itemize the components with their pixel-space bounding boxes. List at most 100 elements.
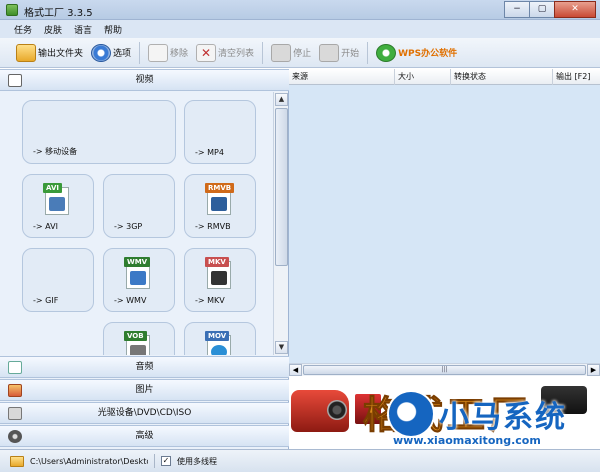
mkv-file-icon: MKV [205,257,233,291]
ad-banner[interactable]: 格式工厂 小马系统 www.xiaomaxitong.com [289,376,600,449]
toolbar-separator [367,41,369,64]
mov-file-icon: MOV [205,331,233,355]
column-source[interactable]: 来源 [289,69,395,85]
tile-label: -> AVI [33,222,58,231]
tile-gif[interactable]: -> GIF [22,248,94,312]
video-format-grid: -> 移动设备 -> MP4 AVI -> AVI -> 3GP RMVB ->… [0,92,273,355]
output-folder-icon[interactable] [10,455,24,467]
folder-icon [16,43,36,62]
remove-button[interactable]: 移除 [144,41,192,65]
output-folder-button[interactable]: 输出文件夹 [12,41,87,65]
watermark-url: www.xiaomaxitong.com [393,434,541,447]
title-bar: 格式工厂 3.3.5 − ▢ ✕ [0,0,600,20]
horse-logo-icon [389,392,433,436]
scroll-left-arrow-icon[interactable]: ◀ [289,364,302,376]
tile-avi[interactable]: AVI -> AVI [22,174,94,238]
menu-help[interactable]: 帮助 [104,23,122,36]
output-folder-label: 输出文件夹 [38,49,84,59]
multithread-label: 使用多线程 [177,456,217,466]
tile-label: -> MKV [195,296,225,305]
category-disc[interactable]: 光驱设备\DVD\CD\ISO [0,402,289,424]
remove-label: 移除 [170,49,189,59]
rmvb-file-icon: RMVB [205,183,235,217]
menu-bar: 任务 皮肤 语言 帮助 [0,20,600,38]
category-video-label: 视频 [135,75,154,85]
toolbar-separator [139,41,141,64]
music-note-icon [8,361,22,374]
gear-icon [91,43,112,62]
stop-label: 停止 [293,49,312,59]
column-output[interactable]: 输出 [F2] [553,69,600,85]
column-size[interactable]: 大小 [395,69,451,85]
camcorder-image [291,390,349,432]
stop-button[interactable]: 停止 [267,41,315,65]
video-icon [8,74,22,87]
disc-drive-icon [8,407,22,420]
scroll-thumb[interactable] [275,108,288,266]
tile-mkv[interactable]: MKV -> MKV [184,248,256,312]
scroll-up-arrow-icon[interactable]: ▲ [275,93,288,106]
tile-label: -> WMV [114,296,147,305]
tile-mobile-device[interactable]: -> 移动设备 [22,100,176,164]
multithread-checkbox[interactable]: ✓ [161,456,171,466]
maximize-button[interactable]: ▢ [529,1,555,18]
category-disc-label: 光驱设备\DVD\CD\ISO [97,408,192,418]
toolbar-separator [262,41,264,64]
close-button[interactable]: ✕ [554,1,596,18]
tile-3gp[interactable]: -> 3GP [103,174,175,238]
minimize-button[interactable]: − [504,1,530,18]
category-picture-label: 图片 [135,385,154,395]
advanced-gear-icon [8,430,22,443]
vob-file-icon: VOB [124,331,152,355]
options-button[interactable]: 选项 [87,41,135,65]
clear-list-button[interactable]: 清空列表 [192,41,258,65]
tile-label: -> RMVB [195,222,231,231]
horizontal-scrollbar[interactable]: ◀ ||| ▶ [289,363,600,376]
scroll-right-arrow-icon[interactable]: ▶ [587,364,600,376]
vertical-scrollbar[interactable]: ▲ ▼ [273,92,288,355]
wps-button[interactable]: WPS办公软件 [372,41,461,65]
menu-task[interactable]: 任务 [14,23,32,36]
scroll-down-arrow-icon[interactable]: ▼ [275,341,288,354]
tile-mp4[interactable]: -> MP4 [184,100,256,164]
window-title: 格式工厂 3.3.5 [24,8,93,19]
menu-language[interactable]: 语言 [74,23,92,36]
category-audio[interactable]: 音频 [0,356,289,378]
wmv-file-icon: WMV [124,257,152,291]
options-label: 选项 [113,49,132,59]
column-status[interactable]: 转换状态 [451,69,553,85]
wps-label: WPS办公软件 [398,49,458,59]
category-advanced-label: 高级 [135,431,154,441]
category-advanced[interactable]: 高级 [0,425,289,447]
watermark: 小马系统 [389,392,567,436]
toolbar: 输出文件夹 选项 移除 清空列表 停止 开始 WPS办公软件 [0,38,600,68]
task-list[interactable] [289,85,600,363]
tile-mov[interactable]: MOV [184,322,256,355]
status-bar: C:\Users\Administrator\Desktop ✓ 使用多线程 [0,449,600,472]
stop-icon [271,43,292,62]
category-video[interactable]: 视频 [0,69,289,91]
output-path: C:\Users\Administrator\Desktop [30,456,148,466]
tile-label: -> MP4 [195,148,224,157]
document-icon [148,43,169,62]
start-icon [319,43,340,62]
start-button[interactable]: 开始 [315,41,363,65]
tile-wmv[interactable]: WMV -> WMV [103,248,175,312]
clear-document-icon [196,43,217,62]
avi-file-icon: AVI [43,183,71,217]
category-audio-label: 音频 [135,362,154,372]
category-picture[interactable]: 图片 [0,379,289,401]
start-label: 开始 [341,49,360,59]
category-panel: 视频 -> 移动设备 -> MP4 AVI -> AVI -> 3GP RMVB… [0,69,289,449]
watermark-text: 小马系统 [439,400,567,435]
tile-vob[interactable]: VOB [103,322,175,355]
picture-icon [8,384,22,397]
window-controls: − ▢ ✕ [504,1,596,18]
tile-label: -> 移动设备 [33,147,78,156]
tile-label: -> GIF [33,296,59,305]
menu-skin[interactable]: 皮肤 [44,23,62,36]
tile-rmvb[interactable]: RMVB -> RMVB [184,174,256,238]
wps-icon [376,43,397,62]
horizontal-scroll-thumb[interactable]: ||| [303,365,586,375]
task-table-header: 来源 大小 转换状态 输出 [F2] [289,69,600,85]
